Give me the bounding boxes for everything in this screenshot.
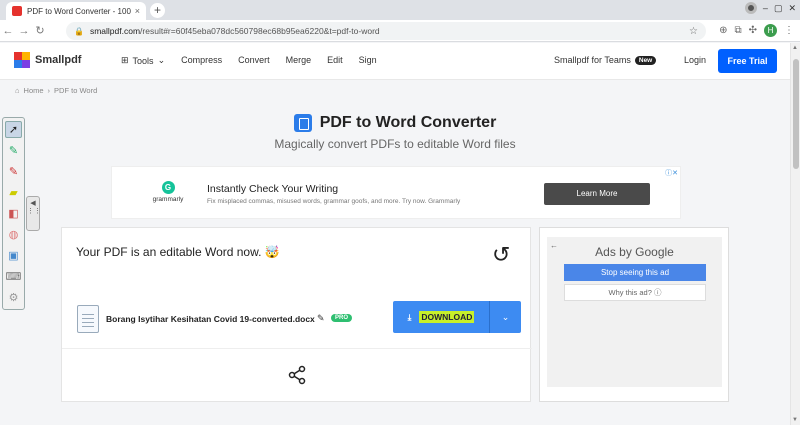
highlighter-icon[interactable]: ▰ (5, 184, 22, 201)
note-icon[interactable]: ▣ (5, 247, 22, 264)
browser-tabstrip: PDF to Word Converter - 100% F × + – ▢ ✕ (0, 0, 800, 20)
grammarly-logo: G grammarly (148, 181, 188, 203)
profile-avatar[interactable]: H (764, 24, 777, 37)
logo-mark-icon (14, 52, 30, 68)
fill-icon[interactable]: ◍ (5, 226, 22, 243)
download-button[interactable]: ⤓ DOWNLOAD (393, 301, 489, 333)
tab-title: PDF to Word Converter - 100% F (27, 6, 131, 16)
download-label: DOWNLOAD (419, 311, 475, 323)
page-scrollbar[interactable]: ▲ ▼ (790, 43, 800, 425)
extension-icons: ⊕ ⧉ ✣ H ⋮ (719, 24, 794, 37)
brand-name: Smallpdf (35, 54, 82, 66)
ad-body: Fix misplaced commas, misused words, gra… (207, 198, 461, 205)
download-icon: ⤓ (407, 311, 412, 322)
scrollbar-thumb[interactable] (793, 59, 799, 169)
teams-link[interactable]: Smallpdf for Teams New (554, 55, 657, 65)
grammarly-ad-banner[interactable]: G grammarly Instantly Check Your Writing… (111, 166, 681, 219)
card-divider (62, 348, 532, 349)
breadcrumb-home[interactable]: Home (24, 86, 44, 95)
keyboard-icon[interactable]: ⌨ (5, 268, 22, 285)
share-icon[interactable] (287, 365, 307, 390)
close-window-button[interactable]: ✕ (788, 3, 796, 14)
marker-icon[interactable]: ✎ (5, 163, 22, 180)
page-subtitle: Magically convert PDFs to editable Word … (274, 137, 516, 151)
main-nav: ⊞ Tools ⌄ Compress Convert Merge Edit Si… (121, 55, 377, 66)
breadcrumb-current[interactable]: PDF to Word (54, 86, 97, 95)
result-card: Your PDF is an editable Word now. 🤯 ↺ Bo… (61, 227, 532, 402)
page-title: PDF to Word Converter (319, 114, 497, 131)
globe-icon[interactable]: ⊕ (719, 25, 727, 36)
adchoices-close-icon[interactable]: ⓘ✕ (665, 168, 678, 178)
google-ad-panel: ← Ads by Google Stop seeing this ad Why … (539, 227, 729, 402)
chevron-down-icon: ⌄ (157, 55, 166, 65)
url-text: smallpdf.com/result#r=60f45eba078dc56079… (89, 26, 380, 36)
hero: PDF to Word Converter Magically convert … (0, 114, 790, 151)
ad-feedback-box: ← Ads by Google Stop seeing this ad Why … (547, 237, 722, 387)
rename-pencil-icon[interactable]: ✎ (317, 313, 325, 324)
tab-close-icon[interactable]: × (135, 6, 140, 16)
reload-icon[interactable]: ↻ (32, 24, 48, 37)
maximize-button[interactable]: ▢ (774, 3, 783, 14)
extension-icon[interactable]: ⧉ (734, 25, 741, 36)
toolbar-collapse-handle[interactable]: ◀ ⋮⋮ (26, 196, 41, 231)
teams-label: Smallpdf for Teams (554, 55, 631, 65)
nav-merge[interactable]: Merge (286, 55, 312, 66)
bookmark-star-icon[interactable]: ☆ (689, 26, 698, 37)
why-this-ad-button[interactable]: Why this ad? ⓘ (564, 284, 706, 301)
restart-icon[interactable]: ↺ (492, 244, 510, 266)
address-bar-row: ← → ↻ 🔒 smallpdf.com/result#r=60f45eba07… (0, 20, 800, 42)
settings-icon[interactable]: ⚙ (5, 289, 22, 306)
site-header: Smallpdf ⊞ Tools ⌄ Compress Convert Merg… (0, 43, 790, 80)
nav-convert[interactable]: Convert (238, 55, 270, 66)
forward-arrow-icon[interactable]: → (16, 25, 32, 37)
download-button-group: ⤓ DOWNLOAD ⌄ (393, 301, 521, 333)
eraser-icon[interactable]: ◧ (5, 205, 22, 222)
new-tab-button[interactable]: + (150, 3, 165, 18)
grammarly-g-icon: G (161, 181, 175, 194)
nav-compress[interactable]: Compress (181, 55, 222, 66)
pro-badge: PRO (331, 314, 353, 322)
tools-menu[interactable]: ⊞ Tools ⌄ (121, 55, 165, 66)
new-badge: New (634, 55, 657, 65)
nav-sign[interactable]: Sign (359, 55, 377, 66)
file-name: Borang Isytihar Kesihatan Covid 19-conve… (106, 314, 315, 324)
pdf-to-word-icon (293, 114, 312, 132)
scroll-up-icon[interactable]: ▲ (792, 45, 798, 51)
breadcrumb: ⌂ Home › PDF to Word (15, 86, 97, 95)
minimize-button[interactable]: – (763, 3, 768, 13)
grid-icon: ⊞ (121, 55, 129, 65)
smallpdf-favicon-icon (12, 6, 22, 16)
menu-kebab-icon[interactable]: ⋮ (784, 25, 794, 36)
window-controls: – ▢ ✕ (744, 2, 796, 14)
login-link[interactable]: Login (684, 55, 706, 65)
record-icon[interactable] (744, 2, 757, 14)
url-input[interactable]: 🔒 smallpdf.com/result#r=60f45eba078dc560… (66, 22, 706, 40)
scroll-down-icon[interactable]: ▼ (792, 417, 798, 423)
lock-icon: 🔒 (74, 26, 84, 36)
grammarly-wordmark: grammarly (152, 196, 184, 203)
tools-label: Tools (132, 55, 154, 66)
browser-tab[interactable]: PDF to Word Converter - 100% F × (6, 2, 146, 20)
download-options-chevron-icon[interactable]: ⌄ (490, 301, 521, 333)
back-arrow-icon[interactable]: ← (0, 25, 16, 37)
ads-by-google: Ads by Google (595, 245, 674, 259)
result-message: Your PDF is an editable Word now. 🤯 (76, 245, 280, 259)
breadcrumb-separator: › (47, 86, 51, 95)
ad-headline[interactable]: Instantly Check Your Writing (207, 183, 338, 195)
home-icon: ⌂ (15, 86, 20, 95)
docx-file-icon (77, 305, 99, 333)
free-trial-button[interactable]: Free Trial (718, 49, 777, 73)
smallpdf-logo[interactable]: Smallpdf (14, 52, 81, 68)
puzzle-icon[interactable]: ✣ (749, 25, 757, 36)
stop-seeing-ad-button[interactable]: Stop seeing this ad (564, 264, 706, 281)
nav-edit[interactable]: Edit (327, 55, 343, 66)
learn-more-button[interactable]: Learn More (544, 183, 650, 205)
